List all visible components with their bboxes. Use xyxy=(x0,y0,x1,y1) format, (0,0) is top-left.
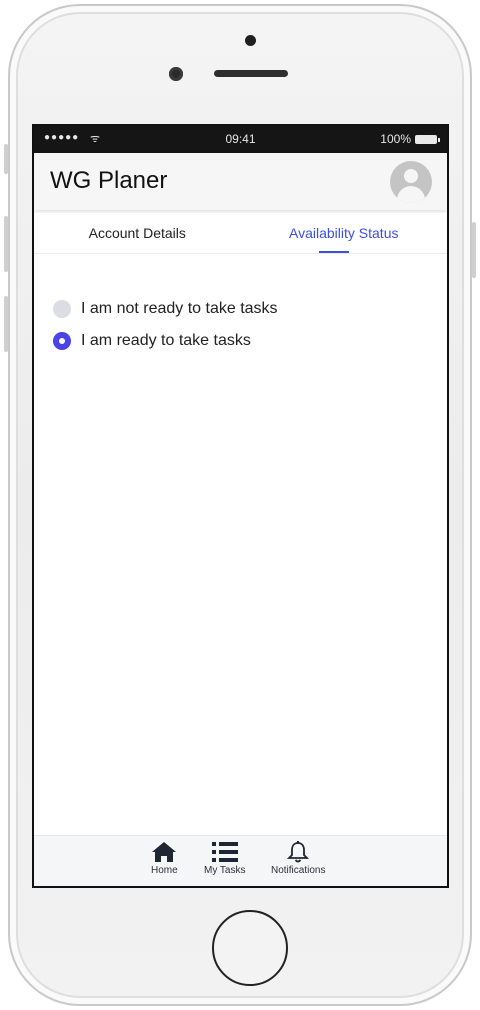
nav-home[interactable]: Home xyxy=(151,841,178,876)
volume-down-button xyxy=(4,296,8,352)
battery-percentage: 100% xyxy=(380,132,411,146)
power-button xyxy=(472,222,476,278)
tab-account-details[interactable]: Account Details xyxy=(34,213,241,254)
earpiece-speaker xyxy=(214,70,288,77)
radio-unselected[interactable] xyxy=(53,300,71,318)
tab-availability-status[interactable]: Availability Status xyxy=(241,213,448,254)
status-bar: ●●●●● ᯤ 09:41 100% xyxy=(34,126,447,153)
mute-switch xyxy=(4,144,8,174)
app-content: WG Planer Account Details Availability S… xyxy=(34,153,447,886)
nav-notifications-label: Notifications xyxy=(271,865,326,876)
radio-label-ready: I am ready to take tasks xyxy=(81,332,251,349)
bottom-navigation: Home My Tasks Notifications xyxy=(34,835,447,886)
front-camera xyxy=(169,67,183,81)
volume-up-button xyxy=(4,216,8,272)
radio-selected[interactable] xyxy=(53,332,71,350)
app-title: WG Planer xyxy=(50,167,168,194)
list-icon xyxy=(211,842,238,862)
radio-label-not-ready: I am not ready to take tasks xyxy=(81,300,278,317)
phone-screen: ●●●●● ᯤ 09:41 100% WG Planer Account Det… xyxy=(32,124,449,888)
bell-icon xyxy=(287,841,310,863)
user-avatar-icon[interactable] xyxy=(390,161,432,203)
radio-option-ready[interactable]: I am ready to take tasks xyxy=(53,325,278,357)
nav-home-label: Home xyxy=(151,865,178,876)
home-button[interactable] xyxy=(212,910,288,986)
avatar-head xyxy=(404,169,418,183)
nav-my-tasks[interactable]: My Tasks xyxy=(204,841,246,876)
availability-radio-group: I am not ready to take tasks I am ready … xyxy=(53,293,278,357)
battery-icon xyxy=(415,135,440,144)
radio-option-not-ready[interactable]: I am not ready to take tasks xyxy=(53,293,278,325)
avatar-shoulders xyxy=(397,186,425,203)
nav-my-tasks-label: My Tasks xyxy=(204,865,246,876)
home-icon xyxy=(152,842,177,862)
app-bar: WG Planer xyxy=(34,153,447,210)
active-tab-indicator xyxy=(319,251,349,253)
nav-notifications[interactable]: Notifications xyxy=(271,841,325,876)
tab-bar: Account Details Availability Status xyxy=(34,213,447,254)
proximity-sensor xyxy=(245,35,256,46)
